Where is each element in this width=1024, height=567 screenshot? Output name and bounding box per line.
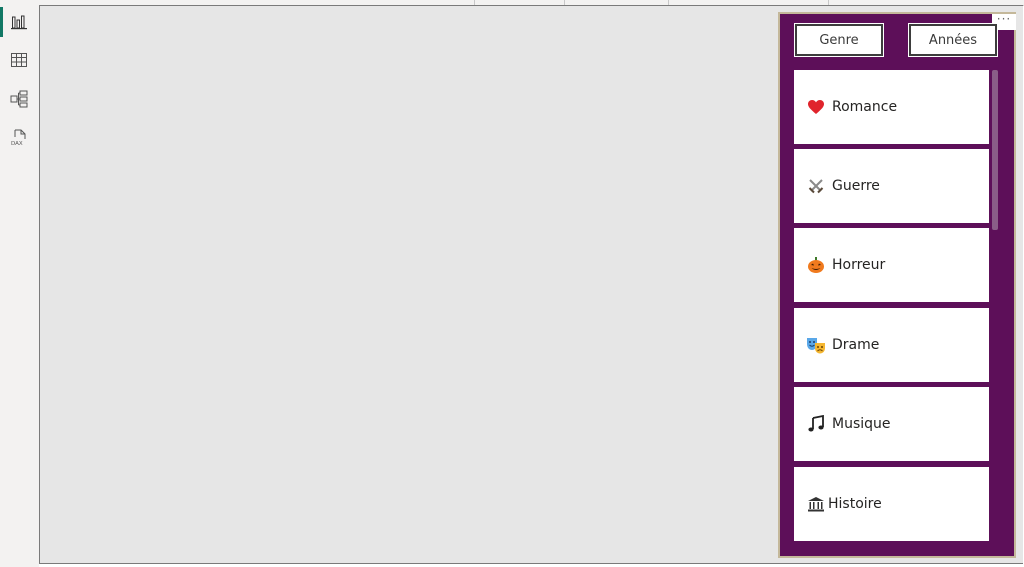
list-item-guerre[interactable]: Guerre	[794, 149, 989, 223]
bar-chart-icon	[11, 15, 27, 30]
svg-text:DAX: DAX	[11, 141, 23, 147]
list-item-label: Musique	[832, 416, 891, 432]
monument-icon	[806, 494, 826, 514]
list-item-horreur[interactable]: Horreur	[794, 228, 989, 302]
pumpkin-icon	[806, 255, 826, 275]
list-item-label: Romance	[832, 99, 898, 115]
list-item-drame[interactable]: Drame	[794, 308, 989, 382]
list-scrollbar[interactable]	[992, 70, 998, 230]
music-notes-icon	[806, 414, 826, 434]
crossed-swords-icon	[806, 176, 826, 196]
report-view-button[interactable]	[0, 5, 38, 39]
dax-query-view-button[interactable]: DAX	[0, 121, 38, 155]
list-item-label: Horreur	[832, 257, 886, 273]
table-view-button[interactable]	[0, 43, 38, 77]
list-item-label: Histoire	[828, 496, 882, 512]
list-item-label: Guerre	[832, 178, 880, 194]
list-item-romance[interactable]: Romance	[794, 70, 989, 144]
list-item-histoire[interactable]: Histoire	[794, 467, 989, 541]
heart-icon	[806, 97, 826, 117]
model-diagram-icon	[10, 90, 28, 108]
theater-masks-icon	[806, 335, 826, 355]
list-item-label: Drame	[832, 337, 880, 353]
list-item-musique[interactable]: Musique	[794, 387, 989, 461]
model-view-button[interactable]	[0, 82, 38, 116]
left-view-nav: DAX	[0, 5, 39, 567]
years-tab-button[interactable]: Années	[909, 24, 997, 56]
genre-tab-button[interactable]: Genre	[795, 24, 883, 56]
dax-document-icon: DAX	[10, 129, 27, 147]
table-grid-icon	[11, 53, 27, 67]
